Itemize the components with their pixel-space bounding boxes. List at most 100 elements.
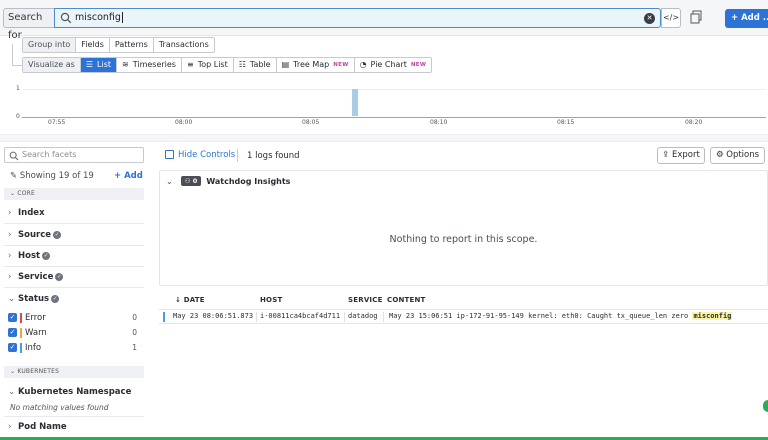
export-icon: ⇪ — [662, 150, 670, 160]
options-bracket — [12, 44, 22, 66]
viz-option-toplist[interactable]: ≡ Top List — [182, 58, 234, 72]
timeline-x-tick: 08:00 — [175, 119, 193, 126]
facet-pod-name[interactable]: › Pod Name — [8, 422, 67, 432]
cell-separator — [344, 312, 345, 322]
timeline-bar[interactable] — [352, 89, 358, 116]
timeline-y-tick-1: 1 — [16, 85, 20, 92]
log-content: May 23 15:06:51 ip-172-91-95-149 kernel:… — [389, 312, 733, 320]
viz-option-timeseries[interactable]: ≋ Timeseries — [117, 58, 182, 72]
chat-widget-icon[interactable] — [763, 400, 768, 412]
group-option-transactions[interactable]: Transactions — [154, 38, 214, 52]
verified-icon: ✓ — [42, 251, 51, 260]
status-value-info[interactable]: ✓ Info 1 — [8, 342, 144, 354]
group-into-control: Group into Fields Patterns Transactions — [22, 37, 215, 53]
log-date: May 23 08:06:51.873 — [173, 312, 254, 320]
facet-source[interactable]: › Source ✓ — [8, 230, 62, 240]
facets-showing-count[interactable]: ✎ Showing 19 of 19 — [10, 171, 94, 181]
search-icon — [60, 12, 72, 24]
group-into-label: Group into — [23, 38, 77, 52]
status-value-error[interactable]: ✓ Error 0 — [8, 312, 144, 324]
watchdog-insights-panel — [159, 170, 768, 286]
facet-search-input[interactable]: Search facets — [4, 147, 144, 163]
add-button[interactable]: + Add ... — [725, 9, 768, 28]
severity-bar — [163, 312, 165, 322]
facet-search-placeholder: Search facets — [22, 150, 77, 159]
empty-state-text: Nothing to report in this scope. — [389, 234, 538, 245]
timeline-x-tick: 08:20 — [685, 119, 703, 126]
hide-controls-button[interactable]: Hide Controls — [165, 150, 235, 160]
timeline-x-tick: 08:10 — [430, 119, 448, 126]
log-service: datadog — [348, 312, 378, 320]
core-section-header[interactable]: ⌄ CORE — [4, 188, 144, 200]
piechart-icon: ◔ — [359, 60, 367, 69]
facet-kubernetes-namespace[interactable]: ⌄ Kubernetes Namespace — [8, 387, 131, 397]
toolbar-separator — [237, 149, 238, 162]
gear-icon: ⚙ — [715, 150, 724, 160]
chevron-right-icon: › — [8, 251, 12, 261]
timeline-axis — [22, 117, 766, 118]
column-service[interactable]: SERVICE — [348, 294, 383, 307]
checkbox-checked[interactable]: ✓ — [8, 328, 17, 337]
viz-option-piechart[interactable]: ◔ Pie Chart NEW — [355, 58, 432, 72]
search-input[interactable]: misconfig ✕ — [54, 8, 661, 28]
column-date[interactable]: ↓ DATE — [175, 294, 205, 307]
options-button[interactable]: ⚙ Options — [710, 147, 765, 164]
facet-divider — [4, 287, 144, 288]
kubernetes-section-header[interactable]: ⌄ KUBERNETES — [4, 366, 144, 378]
status-value-warn[interactable]: ✓ Warn 0 — [8, 327, 144, 339]
chevron-right-icon: › — [8, 208, 12, 218]
group-option-fields[interactable]: Fields — [76, 38, 110, 52]
visualize-as-label: Visualize as — [23, 58, 81, 72]
viz-option-treemap[interactable]: ▤ Tree Map NEW — [277, 58, 355, 72]
facet-index[interactable]: › Index — [8, 208, 45, 218]
column-content[interactable]: CONTENT — [387, 294, 426, 307]
status-color-bar — [20, 313, 22, 323]
status-count: 1 — [132, 343, 137, 352]
timeline-gridline — [22, 89, 766, 90]
list-icon: ☰ — [85, 60, 94, 69]
verified-icon: ✓ — [53, 230, 62, 239]
watchdog-insights-header[interactable]: ⌄ ⚇ 0 Watchdog Insights — [166, 176, 290, 186]
visualize-as-control: Visualize as ☰ List ≋ Timeseries ≡ Top List… — [22, 57, 433, 73]
table-row[interactable]: May 23 08:06:51.873 i-00811ca4bcaf4d711 … — [159, 309, 768, 324]
insights-count-badge: ⚇ 0 — [180, 176, 202, 186]
checkbox-checked[interactable]: ✓ — [8, 343, 17, 352]
status-label: Error — [25, 313, 46, 323]
status-color-bar — [20, 328, 22, 338]
viz-option-table[interactable]: ☷ Table — [234, 58, 277, 72]
facet-status[interactable]: ⌄ Status ✓ — [8, 294, 60, 304]
verified-icon: ✓ — [51, 294, 60, 303]
search-highlight: misconfig — [692, 312, 733, 320]
chevron-right-icon: › — [8, 272, 12, 282]
viz-option-list[interactable]: ☰ List — [80, 58, 117, 72]
add-facet-button[interactable]: + Add — [114, 171, 143, 181]
verified-icon: ✓ — [55, 272, 64, 281]
code-view-button[interactable]: </> — [661, 8, 681, 28]
column-host[interactable]: HOST — [260, 294, 282, 307]
chevron-right-icon: › — [8, 230, 12, 240]
copy-icon[interactable] — [690, 10, 702, 24]
sort-down-icon: ↓ — [175, 296, 182, 304]
timeline-x-tick: 08:15 — [557, 119, 575, 126]
facet-divider — [4, 266, 144, 267]
checkbox-checked[interactable]: ✓ — [8, 313, 17, 322]
chevron-down-icon: ⌄ — [10, 190, 16, 197]
toplist-icon: ≡ — [186, 60, 194, 69]
log-host: i-00811ca4bcaf4d711 — [260, 312, 341, 320]
export-button[interactable]: ⇪ Export — [657, 147, 705, 164]
status-count: 0 — [132, 328, 137, 337]
clear-search-icon[interactable]: ✕ — [644, 13, 655, 24]
chevron-right-icon: › — [8, 422, 12, 432]
facet-host[interactable]: › Host ✓ — [8, 251, 51, 261]
group-option-patterns[interactable]: Patterns — [110, 38, 154, 52]
search-icon — [9, 151, 19, 161]
search-for-label: Search for — [3, 8, 55, 41]
facet-divider — [4, 223, 144, 224]
facet-divider — [4, 245, 144, 246]
chevron-down-icon: ⌄ — [10, 368, 16, 375]
new-badge: NEW — [410, 62, 427, 68]
facet-service[interactable]: › Service ✓ — [8, 272, 64, 282]
chevron-down-icon: ⌄ — [8, 294, 16, 304]
chevron-down-icon: ⌄ — [8, 387, 16, 397]
treemap-icon: ▤ — [281, 60, 290, 69]
